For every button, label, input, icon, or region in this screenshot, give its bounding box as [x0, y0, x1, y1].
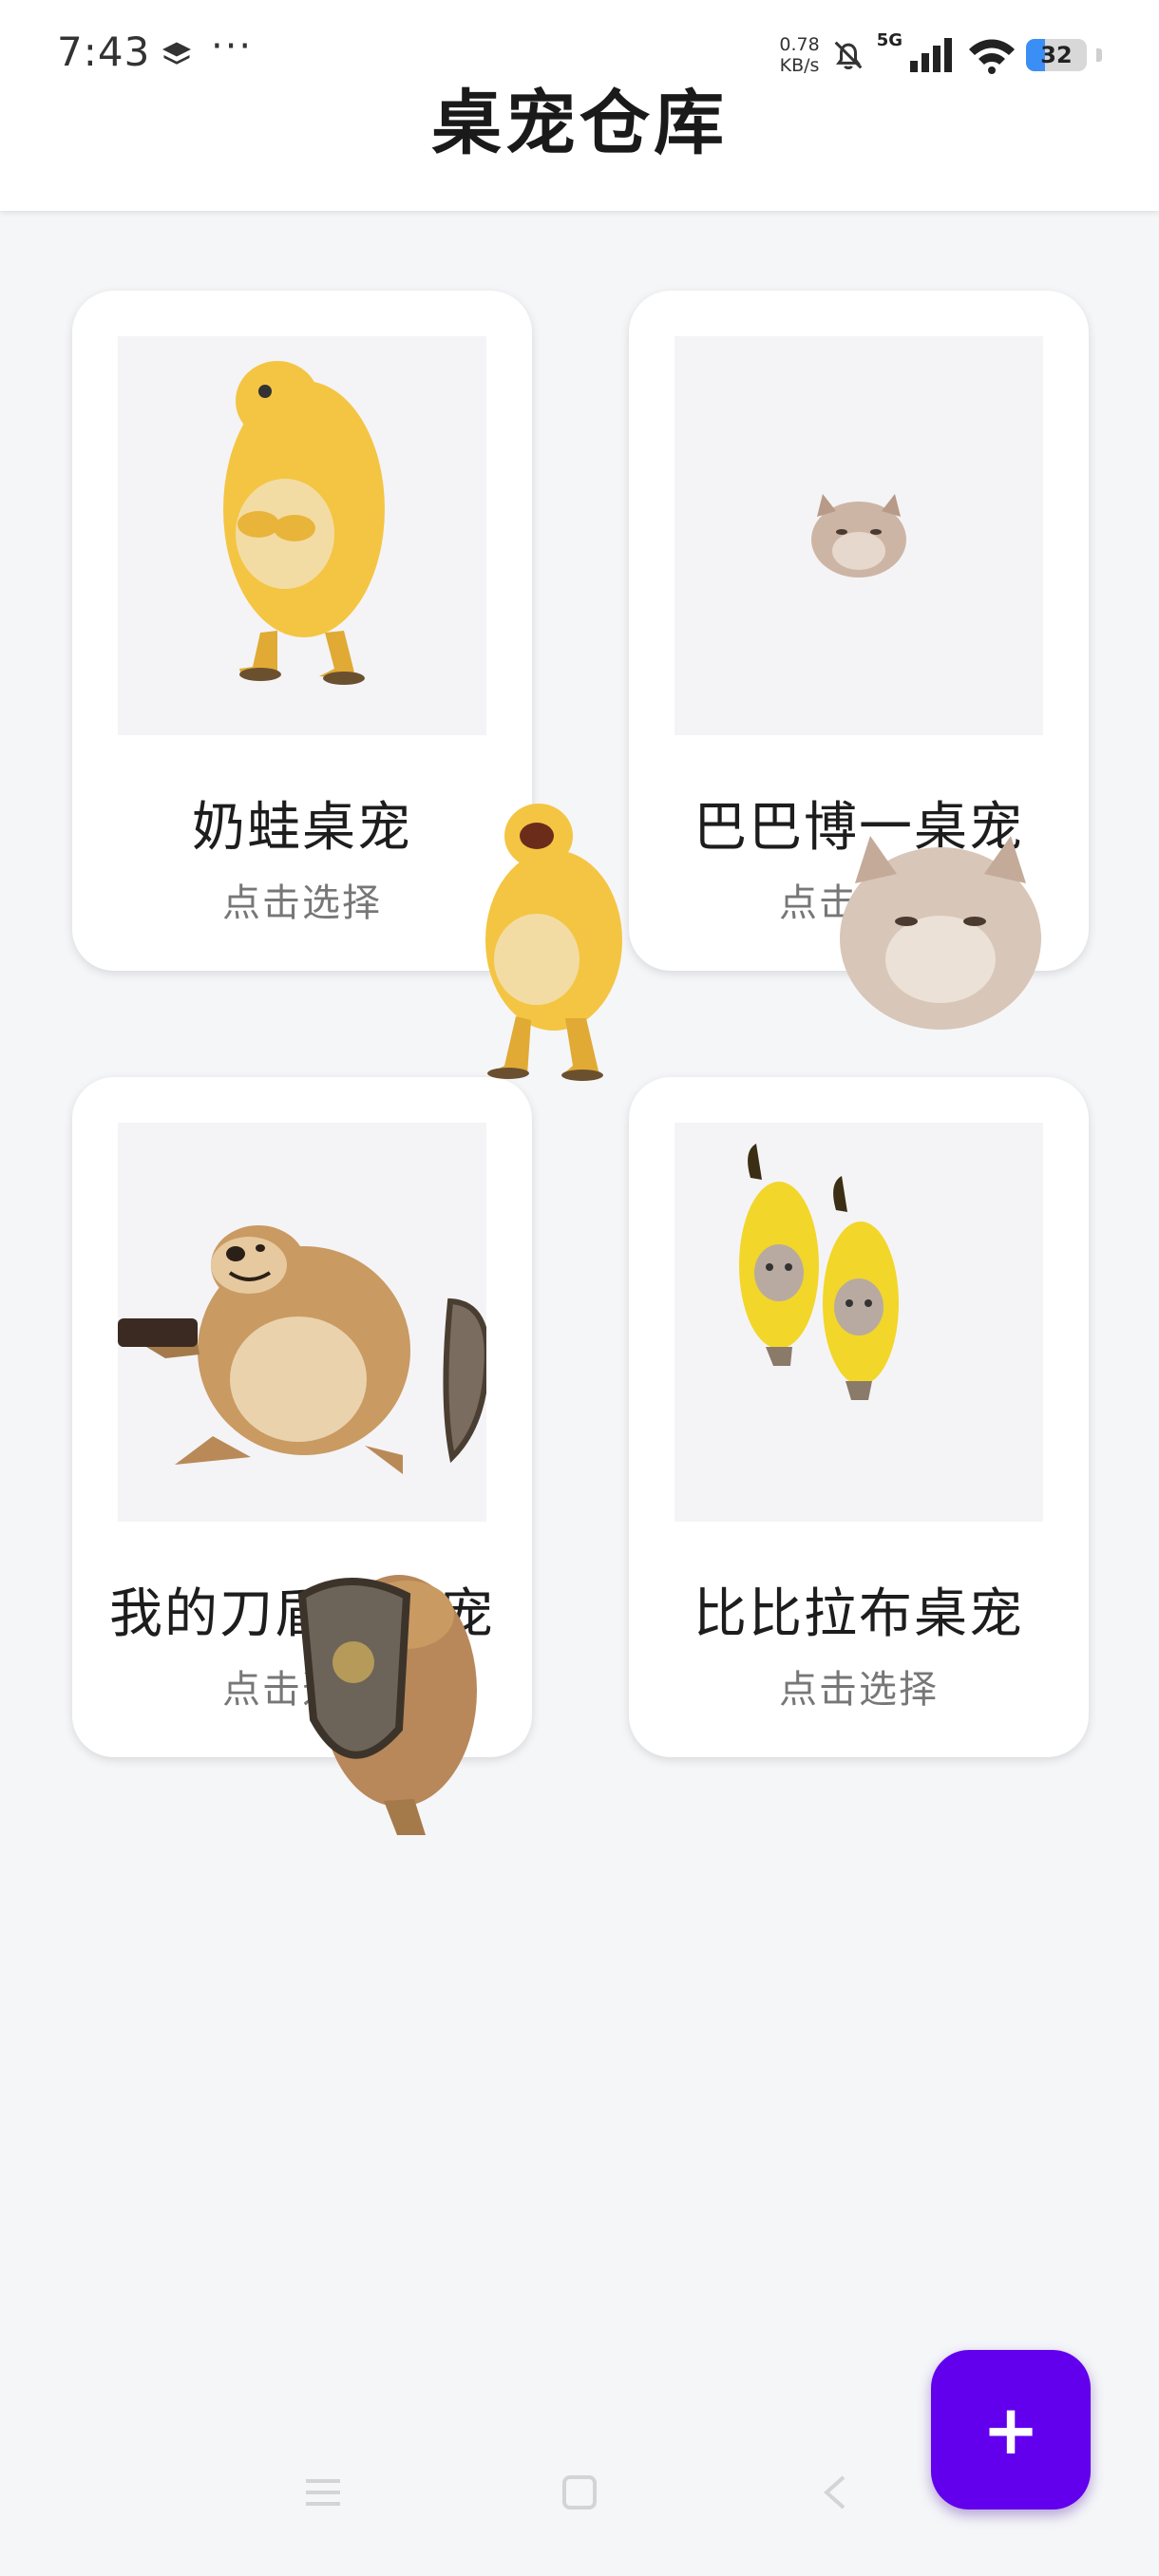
pet-subtitle: 点击选择: [779, 1668, 939, 1712]
pet-subtitle: 点击选择: [222, 881, 382, 925]
pet-thumbnail: [674, 1123, 1043, 1522]
signal-label: 5G: [876, 30, 902, 50]
pet-title: 奶蛙桌宠: [192, 797, 412, 859]
menu-icon[interactable]: [300, 2470, 346, 2515]
battery-tip: [1096, 48, 1102, 62]
pet-thumbnail: [118, 1123, 486, 1522]
add-pet-button[interactable]: +: [931, 2350, 1091, 2510]
pet-card-banana-cats[interactable]: 比比拉布桌宠 点击选择: [629, 1077, 1089, 1757]
shield-doge-image: [118, 1225, 486, 1474]
app-header: 7:43 ··· 0.78 KB/s 5G 32 桌宠仓库: [0, 0, 1159, 211]
page-title: 桌宠仓库: [431, 83, 728, 164]
pet-card-frog[interactable]: 奶蛙桌宠 点击选择: [72, 291, 532, 971]
pet-title: 比比拉布桌宠: [694, 1583, 1024, 1645]
yellow-frog-image: [223, 361, 385, 685]
hamster-cat-image: [811, 494, 906, 578]
floating-frog-pet[interactable]: [470, 798, 636, 1088]
banana-cats-image: [739, 1144, 899, 1400]
more-status-icon: ···: [211, 25, 254, 68]
floating-hamster-pet[interactable]: [836, 826, 1045, 1035]
back-icon[interactable]: [813, 2470, 859, 2515]
home-icon[interactable]: [557, 2470, 602, 2515]
pet-thumbnail: [118, 336, 486, 735]
floating-shield-doge-pet[interactable]: [293, 1558, 483, 1843]
pet-thumbnail: [674, 336, 1043, 735]
